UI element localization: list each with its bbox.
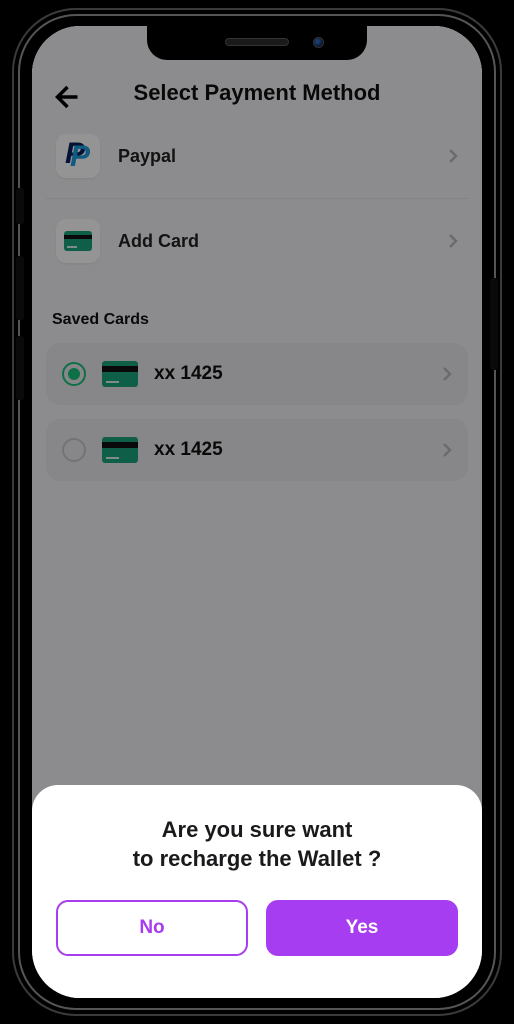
yes-button[interactable]: Yes <box>266 900 458 956</box>
confirm-message: Are you sure want to recharge the Wallet… <box>56 815 458 874</box>
confirm-sheet: Are you sure want to recharge the Wallet… <box>32 785 482 998</box>
side-button <box>490 278 498 370</box>
screen: Select Payment Method PP Paypal <box>32 26 482 998</box>
front-camera <box>313 37 324 48</box>
speaker-grille <box>225 38 289 46</box>
no-button[interactable]: No <box>56 900 248 956</box>
side-button <box>16 336 24 400</box>
phone-frame: Select Payment Method PP Paypal <box>12 8 502 1016</box>
confirm-button-row: No Yes <box>56 900 458 956</box>
side-button <box>16 188 24 224</box>
notch <box>147 26 367 60</box>
side-button <box>16 256 24 320</box>
